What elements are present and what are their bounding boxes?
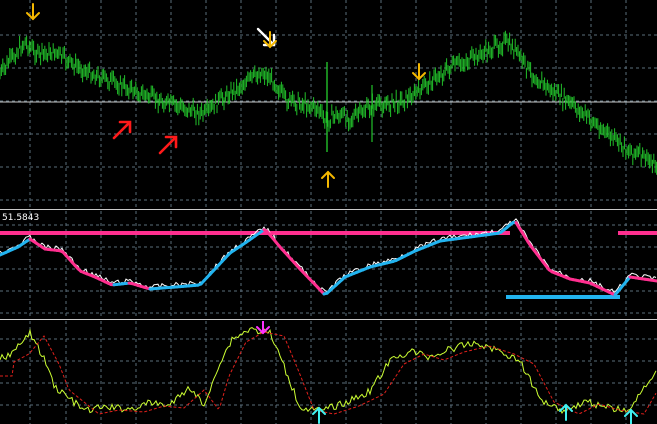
indicator-1-white-line [0, 218, 657, 294]
pane-separator[interactable] [0, 209, 657, 210]
indicator-2-canvas [0, 321, 657, 424]
arrow-up-icon [321, 170, 335, 188]
price-bars [0, 30, 657, 175]
arrow-down-icon [412, 63, 426, 81]
price-chart-canvas[interactable] [0, 0, 657, 208]
arrow-down-icon [256, 321, 270, 335]
arrow-up-right-icon [158, 135, 178, 155]
arrow-shaft [158, 136, 177, 155]
indicator-pane-2[interactable] [0, 321, 657, 424]
arrow-shaft [112, 121, 131, 140]
arrow-down-icon [26, 3, 40, 21]
price-chart-pane[interactable] [0, 0, 657, 208]
arrow-up-right-icon [112, 120, 132, 140]
indicator-2-main-line [0, 327, 657, 415]
indicator-pane-1[interactable]: 51.5843 [0, 211, 657, 318]
pane-separator[interactable] [0, 319, 657, 320]
indicator-1-canvas [0, 211, 657, 318]
indicator-2-signal-line [0, 331, 657, 415]
indicator-1-value-label: 51.5843 [2, 213, 40, 223]
arrow-up-icon [624, 408, 638, 424]
